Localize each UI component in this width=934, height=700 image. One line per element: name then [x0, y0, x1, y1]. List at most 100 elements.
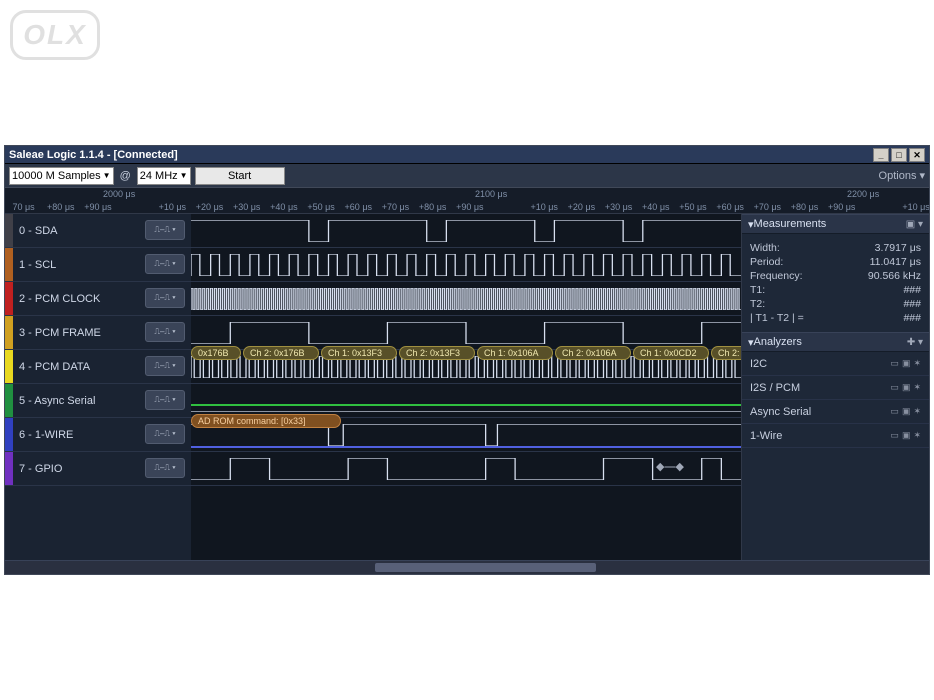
- waveform-lane[interactable]: [191, 316, 741, 350]
- maximize-button[interactable]: □: [891, 148, 907, 162]
- measurement-value: 11.0417 μs: [870, 256, 921, 268]
- analyzer-row[interactable]: Async Serial ▭▣✶: [742, 400, 929, 424]
- channel-label[interactable]: 4 - PCM DATA: [13, 350, 145, 383]
- analyzers-header[interactable]: ▾ Analyzers ✚ ▾: [742, 332, 929, 352]
- trigger-button[interactable]: ⎍‒⎍ ▾: [145, 254, 185, 274]
- analyzer-export-icon[interactable]: ▣: [902, 406, 911, 417]
- options-label: Options: [879, 170, 917, 182]
- ruler-minor: +80 μs: [414, 202, 451, 212]
- channel-row: 3 - PCM FRAME⎍‒⎍ ▾: [5, 316, 191, 350]
- options-menu[interactable]: Options ▾: [879, 169, 925, 182]
- analyzer-eye-icon[interactable]: ▭: [890, 382, 899, 393]
- add-analyzer-icon[interactable]: ✚ ▾: [907, 337, 923, 348]
- trigger-button[interactable]: ⎍‒⎍ ▾: [145, 220, 185, 240]
- ruler-minor: +30 μs: [228, 202, 265, 212]
- ruler-minor: +20 μs: [191, 202, 228, 212]
- timing-cursor-icon[interactable]: ◆⎯⎯◆: [656, 460, 684, 474]
- waveform-lane[interactable]: [191, 248, 741, 282]
- time-ruler[interactable]: 70 μs+80 μs+90 μs+10 μs+20 μs+30 μs+40 μ…: [5, 188, 929, 214]
- ruler-minor: +60 μs: [340, 202, 377, 212]
- start-button[interactable]: Start: [195, 167, 285, 185]
- measurement-row: Width:3.7917 μs: [750, 242, 921, 254]
- trigger-button[interactable]: ⎍‒⎍ ▾: [145, 288, 185, 308]
- trigger-button[interactable]: ⎍‒⎍ ▾: [145, 322, 185, 342]
- measurements-title: Measurements: [754, 218, 827, 230]
- channel-row: 5 - Async Serial⎍‒⎍ ▾: [5, 384, 191, 418]
- analyzer-eye-icon[interactable]: ▭: [890, 358, 899, 369]
- gear-icon[interactable]: ✶: [913, 406, 921, 417]
- measurement-row: Frequency: 90.566 kHz: [750, 270, 921, 282]
- gear-icon[interactable]: ✶: [913, 430, 921, 441]
- analyzer-export-icon[interactable]: ▣: [902, 358, 911, 369]
- measurement-key: Period:: [750, 256, 820, 268]
- waveform-lane[interactable]: [191, 282, 741, 316]
- trigger-button[interactable]: ⎍‒⎍ ▾: [145, 356, 185, 376]
- waveform-trace: [191, 322, 741, 344]
- analyzer-row[interactable]: I2C▭▣✶: [742, 352, 929, 376]
- pcm-decode-bubble[interactable]: Ch 2: 0x106A: [555, 346, 631, 360]
- channel-color-swatch: [5, 316, 13, 349]
- minimize-button[interactable]: _: [873, 148, 889, 162]
- analyzer-eye-icon[interactable]: ▭: [890, 406, 899, 417]
- channel-label[interactable]: 0 - SDA: [13, 214, 145, 247]
- channel-color-swatch: [5, 282, 13, 315]
- channel-color-swatch: [5, 248, 13, 281]
- measurement-key: Width:: [750, 242, 820, 254]
- waveform-lane[interactable]: ◆⎯⎯◆: [191, 452, 741, 486]
- analyzer-export-icon[interactable]: ▣: [902, 382, 911, 393]
- side-panel: ▾ Measurements ▣ ▾ Width:3.7917 μs Period…: [741, 214, 929, 560]
- measurement-value: 90.566 kHz: [868, 270, 921, 282]
- measurements-header[interactable]: ▾ Measurements ▣ ▾: [742, 214, 929, 234]
- waveform-lane[interactable]: AD ROM command: [0x33]: [191, 418, 741, 452]
- ruler-major: 2200 μs: [847, 189, 879, 199]
- waveform-lane[interactable]: 0x176BCh 2: 0x176BCh 1: 0x13F3Ch 2: 0x13…: [191, 350, 741, 384]
- trigger-button[interactable]: ⎍‒⎍ ▾: [145, 390, 185, 410]
- window-buttons: _ □ ✕: [873, 148, 925, 162]
- channel-label[interactable]: 2 - PCM CLOCK: [13, 282, 145, 315]
- measurement-value: ###: [903, 284, 921, 296]
- gear-icon[interactable]: ✶: [913, 358, 921, 369]
- waveform-lane[interactable]: SRead [0x41]0x0F + NAK0x0F + ACKP: [191, 214, 741, 248]
- pcm-decode-bubble[interactable]: Ch 2: 0x0CD2: [711, 346, 741, 360]
- pcm-decode-bubble[interactable]: Ch 1: 0x0CD2: [633, 346, 709, 360]
- ruler-minor: +60 μs: [712, 202, 749, 212]
- close-button[interactable]: ✕: [909, 148, 925, 162]
- onewire-decode-bubble[interactable]: AD ROM command: [0x33]: [191, 414, 341, 428]
- analyzer-controls: ▭▣✶: [890, 382, 921, 393]
- waveform-lane[interactable]: [191, 384, 741, 418]
- channel-color-swatch: [5, 418, 13, 451]
- trigger-button[interactable]: ⎍‒⎍ ▾: [145, 424, 185, 444]
- gear-icon[interactable]: ▣ ▾: [906, 219, 923, 230]
- measurement-row: | T1 - T2 | =###: [750, 312, 921, 324]
- measurement-key: Frequency:: [750, 270, 820, 282]
- horizontal-scrollbar[interactable]: [5, 560, 929, 574]
- channel-label[interactable]: 5 - Async Serial: [13, 384, 145, 417]
- channel-label[interactable]: 7 - GPIO: [13, 452, 145, 485]
- pcm-decode-bubble[interactable]: Ch 2: 0x13F3: [399, 346, 475, 360]
- pcm-decode-bubble[interactable]: Ch 1: 0x106A: [477, 346, 553, 360]
- trigger-button[interactable]: ⎍‒⎍ ▾: [145, 458, 185, 478]
- channel-label[interactable]: 3 - PCM FRAME: [13, 316, 145, 349]
- analyzer-eye-icon[interactable]: ▭: [890, 430, 899, 441]
- analyzer-row[interactable]: I2S / PCM ▭▣✶: [742, 376, 929, 400]
- samples-select[interactable]: 10000 M Samples ▼: [9, 167, 114, 185]
- analyzer-export-icon[interactable]: ▣: [902, 430, 911, 441]
- scrollbar-thumb[interactable]: [375, 563, 597, 572]
- channel-label[interactable]: 1 - SCL: [13, 248, 145, 281]
- analyzer-name: Async Serial: [750, 406, 811, 418]
- waveform-area[interactable]: SRead [0x41]0x0F + NAK0x0F + ACKP0x176BC…: [191, 214, 741, 560]
- channel-label[interactable]: 6 - 1-WIRE: [13, 418, 145, 451]
- analyzer-name: I2S / PCM: [750, 382, 800, 394]
- olx-watermark: OLX: [10, 10, 100, 60]
- measurement-key: T2:: [750, 298, 820, 310]
- pcm-decode-bubble[interactable]: Ch 2: 0x176B: [243, 346, 319, 360]
- async-serial-line: [191, 404, 741, 406]
- pcm-decode-bubble[interactable]: 0x176B: [191, 346, 241, 360]
- rate-select[interactable]: 24 MHz ▼: [137, 167, 191, 185]
- pcm-decode-bubble[interactable]: Ch 1: 0x13F3: [321, 346, 397, 360]
- measurement-row: T1:###: [750, 284, 921, 296]
- gear-icon[interactable]: ✶: [913, 382, 921, 393]
- measurement-row: Period: 11.0417 μs: [750, 256, 921, 268]
- analyzer-row[interactable]: 1-Wire▭▣✶: [742, 424, 929, 448]
- window-title: Saleae Logic 1.1.4 - [Connected]: [9, 149, 178, 161]
